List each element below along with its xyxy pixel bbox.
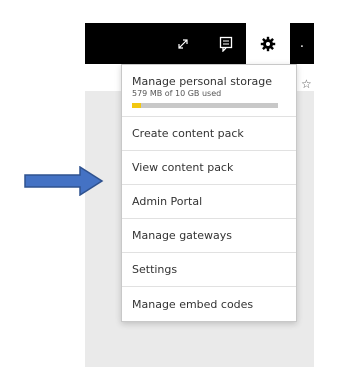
settings-dropdown-menu: Manage personal storage 579 MB of 10 GB … bbox=[121, 64, 297, 322]
feedback-button[interactable] bbox=[206, 23, 246, 64]
more-button[interactable]: . bbox=[290, 23, 314, 64]
menu-item-manage-gateways[interactable]: Manage gateways bbox=[122, 219, 296, 253]
storage-title: Manage personal storage bbox=[132, 75, 272, 88]
favorite-star-icon[interactable]: ☆ bbox=[301, 78, 312, 90]
storage-usage-text: 579 MB of 10 GB used bbox=[132, 89, 222, 98]
menu-item-view-content-pack[interactable]: View content pack bbox=[122, 151, 296, 185]
pointer-arrow-icon bbox=[24, 166, 104, 196]
feedback-icon bbox=[219, 36, 233, 52]
expand-icon bbox=[178, 38, 188, 49]
menu-item-create-content-pack[interactable]: Create content pack bbox=[122, 117, 296, 151]
top-navigation-bar: . bbox=[85, 23, 314, 64]
manage-storage-item[interactable]: Manage personal storage 579 MB of 10 GB … bbox=[122, 65, 296, 117]
expand-button[interactable] bbox=[160, 23, 206, 64]
menu-item-settings[interactable]: Settings bbox=[122, 253, 296, 287]
gear-icon bbox=[260, 36, 276, 51]
menu-item-admin-portal[interactable]: Admin Portal bbox=[122, 185, 296, 219]
storage-usage-bar bbox=[132, 103, 278, 108]
settings-button[interactable] bbox=[246, 23, 290, 64]
menu-item-manage-embed-codes[interactable]: Manage embed codes bbox=[122, 287, 296, 321]
storage-usage-fill bbox=[132, 103, 141, 108]
